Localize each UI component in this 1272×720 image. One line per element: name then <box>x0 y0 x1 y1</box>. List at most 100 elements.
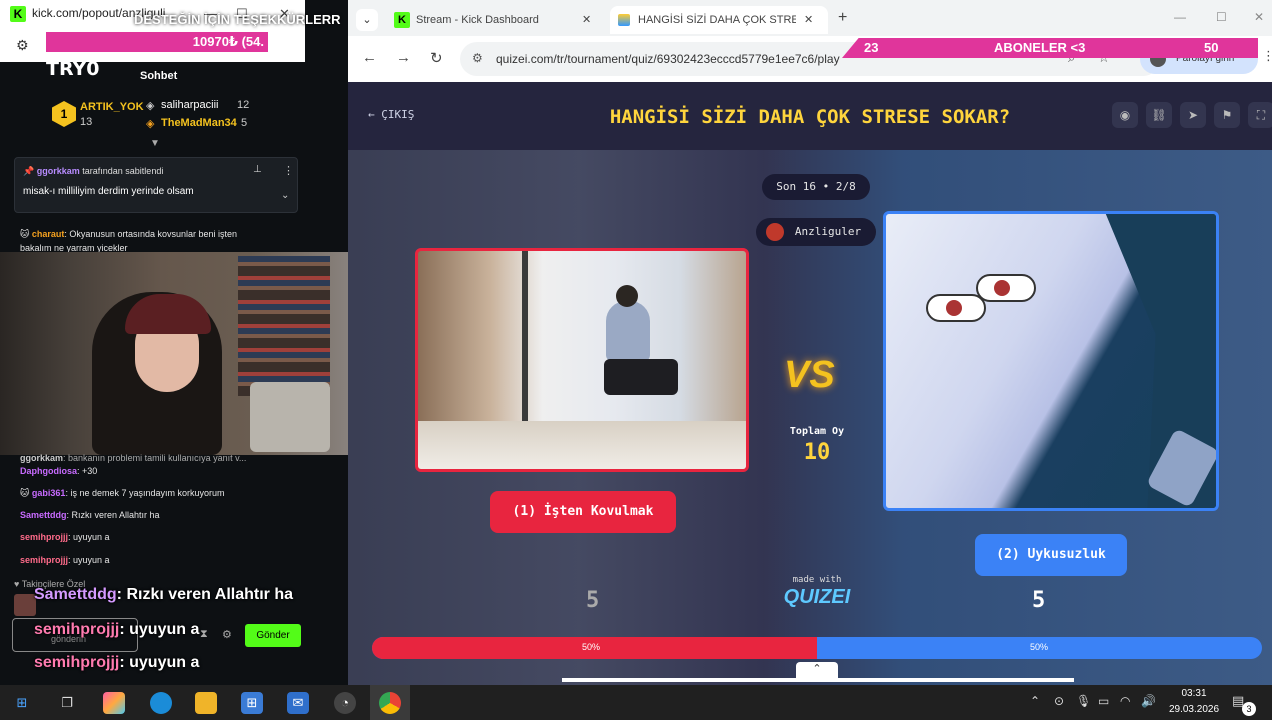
chat-overlay-text: : uyuyun a <box>119 654 200 671</box>
window-minimize-icon[interactable]: — <box>1174 10 1186 24</box>
send-button[interactable]: Gönder <box>245 624 301 647</box>
option2-image[interactable] <box>883 211 1219 511</box>
chat-message: 🐱 gabi361: iş ne demek 7 yaşındayım kork… <box>20 488 225 499</box>
chat-message: semihprojjj: uyuyun a <box>20 555 110 565</box>
chat-username[interactable]: charaut <box>32 229 65 239</box>
gift-icon: ◈ <box>146 100 155 112</box>
scroll-up-chevron-icon[interactable]: ⌃ <box>796 662 838 682</box>
tab-title: HANGİSİ SİZİ DAHA ÇOK STRESE <box>638 14 796 26</box>
option1-button[interactable]: (1) İşten Kovulmak <box>490 491 676 533</box>
share-icon[interactable]: ➤ <box>1180 102 1206 128</box>
tray-chevron-icon[interactable]: ⌃ <box>1030 694 1040 708</box>
gifter-count: 12 <box>237 99 250 111</box>
obs-icon[interactable]: ◔ <box>334 692 356 714</box>
quizei-favicon-icon <box>618 14 630 26</box>
basket-image <box>250 382 330 452</box>
tab-kick-dashboard[interactable]: K Stream - Kick Dashboard ✕ <box>388 6 606 34</box>
new-tab-icon[interactable]: + <box>838 9 847 27</box>
timer-icon[interactable]: ⧗ <box>200 628 208 641</box>
chat-text: : uyuyun a <box>68 532 110 542</box>
emote-icon: 🐱 <box>20 229 30 239</box>
chat-overlay-username: semihprojjj <box>34 621 120 638</box>
unpin-icon[interactable]: ⊥ <box>253 164 262 175</box>
gift-icon: ◈ <box>146 118 155 130</box>
creator-name: Anzliguler <box>794 225 862 238</box>
option1-image[interactable] <box>415 248 749 472</box>
chat-username[interactable]: ggorkkam <box>20 453 63 463</box>
site-info-icon[interactable]: ⚙ <box>472 51 483 65</box>
chat-username[interactable]: semihprojjj <box>20 555 68 565</box>
windows-start-icon[interactable]: ⊞ <box>11 692 33 714</box>
man-figure <box>606 301 650 361</box>
microphone-icon[interactable]: 🎙 <box>1076 694 1091 708</box>
pinned-message: 📌 ggorkkam tarafından sabitlendi ⊥ ⋮ mis… <box>14 157 298 213</box>
tab-close-icon[interactable]: ✕ <box>582 6 591 34</box>
fullscreen-icon[interactable]: ⛶ <box>1248 102 1272 128</box>
chat-text: : iş ne demek 7 yaşındayım korkuyorum <box>65 488 225 498</box>
taskbar: ⊞ ❐ ⊞ ✉ ◔ ⌃ ⊙ 🎙 ▭ ◠ 🔊 03:31 29.03.2026 ▤… <box>0 685 1272 720</box>
clock-date[interactable]: 29.03.2026 <box>1162 704 1226 715</box>
chat-popout-window: K kick.com/popout/anzliguli — ☐ ✕ ⚙ DEST… <box>0 0 348 685</box>
chat-username[interactable]: gabi361 <box>32 488 66 498</box>
subs-target: 50 <box>1204 40 1219 55</box>
heart-icon: ♥ <box>14 579 20 589</box>
back-icon[interactable]: ← <box>362 49 377 66</box>
thanks-overlay: DESTEĞİN İÇİN TEŞEKKÜRLERR <box>134 12 341 27</box>
volume-icon[interactable]: 🔊 <box>1141 694 1156 708</box>
tab-search-icon[interactable]: ⌄ <box>356 9 378 31</box>
wifi-icon[interactable]: ◠ <box>1120 694 1130 708</box>
copilot-icon[interactable] <box>103 692 125 714</box>
task-view-icon[interactable]: ❐ <box>56 692 78 714</box>
man-legs <box>604 359 678 395</box>
site-settings-icon[interactable]: ⚙ <box>16 37 29 54</box>
hair-image <box>125 294 211 334</box>
pinned-by-user[interactable]: ggorkkam <box>37 166 80 176</box>
chat-text: : Rızkı veren Allahtır ha <box>66 510 160 520</box>
gifter-name[interactable]: TheMadMan34 <box>161 117 237 129</box>
chat-username[interactable]: semihprojjj <box>20 532 68 542</box>
subs-current: 23 <box>864 40 879 55</box>
expand-chevron-icon[interactable]: ▼ <box>150 138 160 149</box>
chat-overlay-text: : Rızkı veren Allahtır ha <box>116 586 294 603</box>
flag-icon[interactable]: ⚑ <box>1214 102 1240 128</box>
chat-overlay-username: semihprojjj <box>34 654 120 671</box>
battery-icon[interactable]: ▭ <box>1098 694 1109 708</box>
chrome-taskbar-active[interactable] <box>370 685 410 720</box>
link-icon[interactable]: ⛓ <box>1146 102 1172 128</box>
chat-tab[interactable]: Sohbet <box>140 70 177 82</box>
chat-text: : bankanın problemi tamili kullanıcıya y… <box>63 453 247 463</box>
result-bar: 50% 50% <box>372 637 1262 659</box>
reload-icon[interactable]: ↻ <box>430 49 443 67</box>
store-icon[interactable]: ⊞ <box>241 692 263 714</box>
tray-app-icon[interactable]: ⊙ <box>1054 694 1064 708</box>
eye-icon[interactable]: ◉ <box>1112 102 1138 128</box>
settings-icon[interactable]: ⚙ <box>222 628 232 641</box>
emote-icon: 🐱 <box>20 488 30 498</box>
popout-title-bar: K kick.com/popout/anzliguli — ☐ ✕ ⚙ <box>0 0 305 62</box>
chat-username[interactable]: Samettddg <box>20 510 67 520</box>
pin-icon: 📌 <box>23 166 35 176</box>
forward-icon[interactable]: → <box>396 49 411 66</box>
file-explorer-icon[interactable] <box>195 692 217 714</box>
tab-quiz[interactable]: HANGİSİ SİZİ DAHA ÇOK STRESE ✕ <box>610 6 828 34</box>
sub-goal-overlay: 10970₺ (54. <box>46 32 268 52</box>
creator-badge[interactable]: Anzliguler <box>756 218 876 246</box>
kick-favicon-icon: K <box>394 12 410 28</box>
more-options-icon[interactable]: ⋮ <box>283 164 294 177</box>
channel-overlay: TRY0 <box>46 58 100 80</box>
top-gifter-name[interactable]: ARTIK_YOK <box>80 101 144 113</box>
edge-icon[interactable] <box>150 692 172 714</box>
tab-close-icon[interactable]: ✕ <box>804 6 813 34</box>
collapse-chevron-icon[interactable]: ⌄ <box>281 190 289 201</box>
gifter-count: 5 <box>241 117 248 129</box>
browser-menu-icon[interactable]: ⋮ <box>1262 48 1272 64</box>
clock-time[interactable]: 03:31 <box>1166 688 1222 699</box>
window-close-icon[interactable]: ✕ <box>1254 10 1264 24</box>
chat-username[interactable]: Daphgodiosa <box>20 466 77 476</box>
pinned-header: 📌 ggorkkam tarafından sabitlendi <box>23 166 163 177</box>
gifter-name[interactable]: saliharpaciii <box>161 99 218 111</box>
option2-button[interactable]: (2) Uykusuzluk <box>975 534 1127 576</box>
chat-overlay-line: semihprojjj: uyuyun a <box>34 654 199 672</box>
mail-icon[interactable]: ✉ <box>287 692 309 714</box>
window-maximize-icon[interactable]: ☐ <box>1216 10 1227 24</box>
